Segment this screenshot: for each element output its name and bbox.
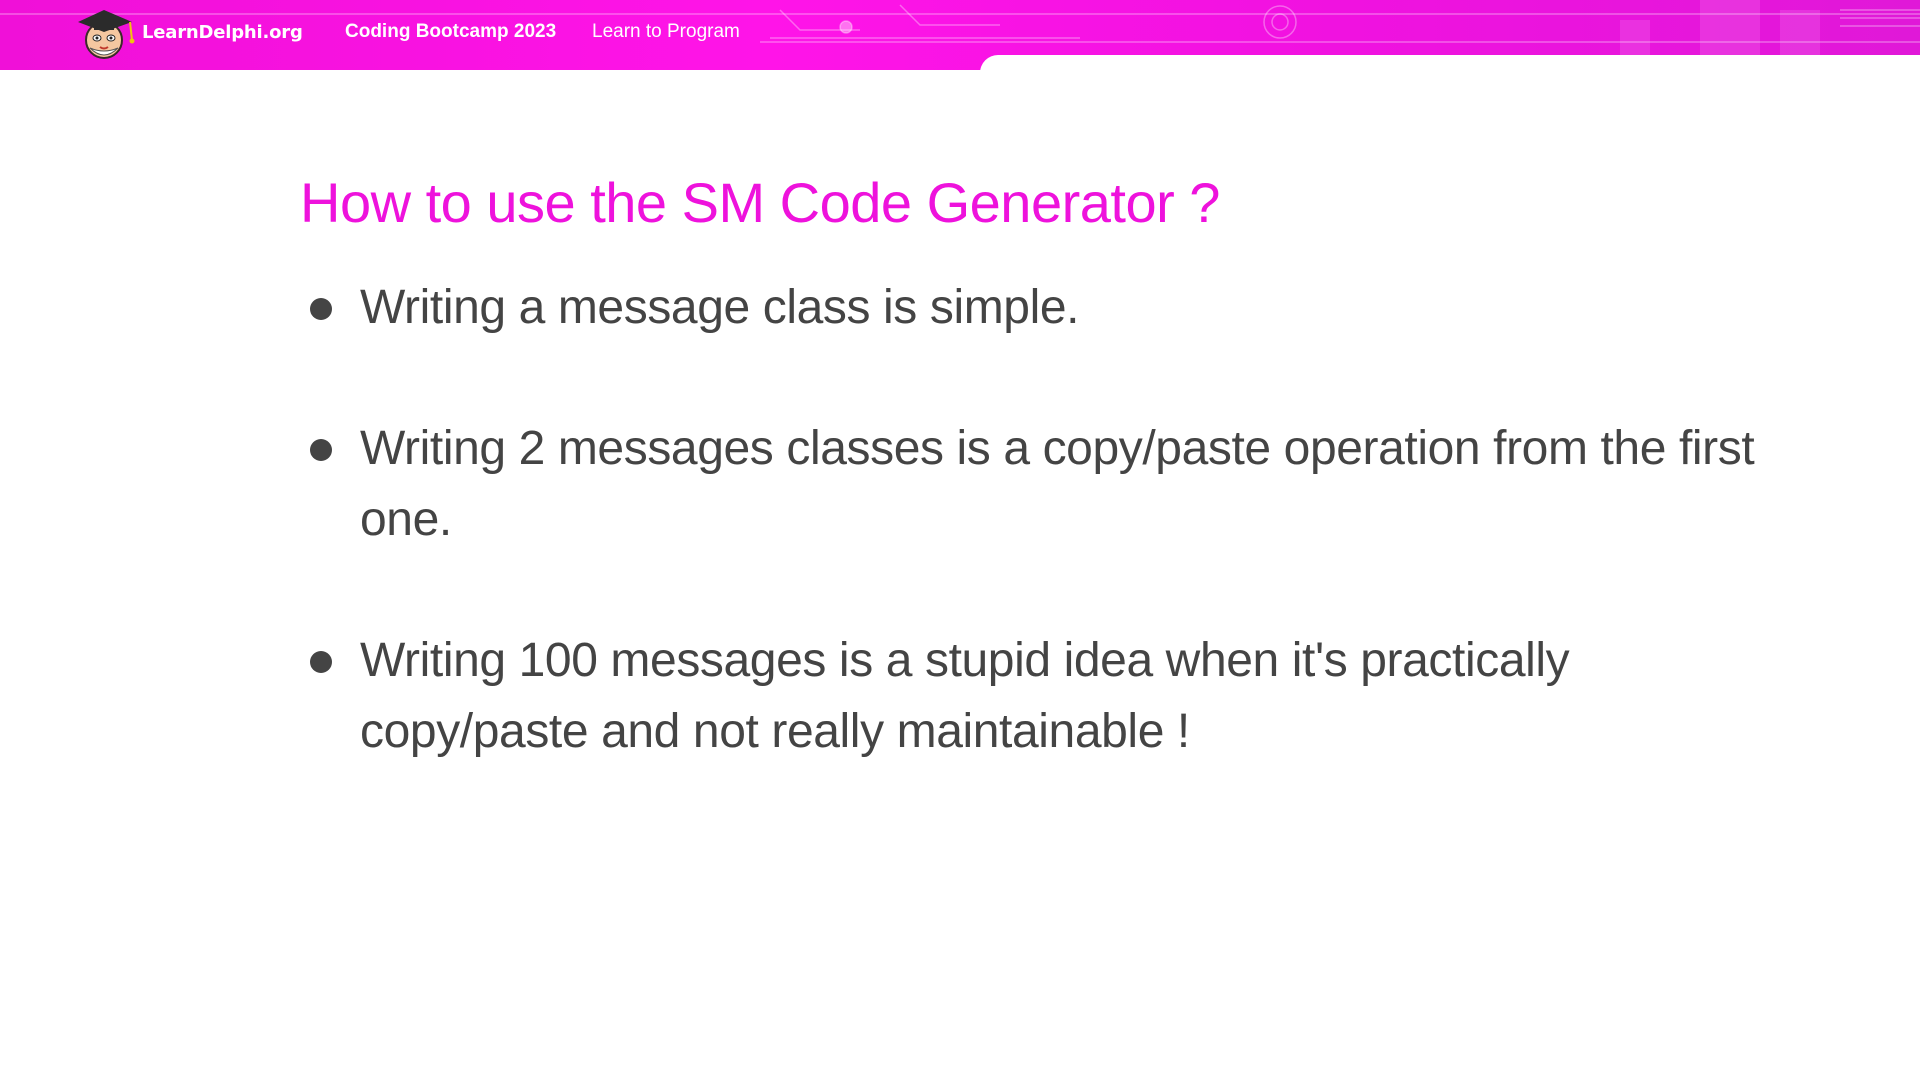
- bullet-item: Writing 100 messages is a stupid idea wh…: [300, 625, 1760, 767]
- bullet-text: Writing a message class is simple.: [360, 281, 1080, 334]
- bullet-item: Writing 2 messages classes is a copy/pas…: [300, 413, 1760, 555]
- graduation-cap-mascot-logo-icon: [78, 10, 135, 59]
- slide: LearnDelphi.org Coding Bootcamp 2023 Lea…: [0, 0, 1920, 1080]
- bullet-dot-icon: [310, 298, 332, 320]
- bullet-item: Writing a message class is simple.: [300, 272, 1760, 343]
- bullet-text: Writing 2 messages classes is a copy/pas…: [360, 422, 1755, 546]
- banner-notch: [980, 55, 1920, 70]
- bullet-dot-icon: [310, 439, 332, 461]
- course-title: Coding Bootcamp 2023: [345, 21, 557, 42]
- header-banner: LearnDelphi.org Coding Bootcamp 2023 Lea…: [0, 0, 1920, 70]
- slide-title: How to use the SM Code Generator ?: [300, 171, 1220, 234]
- course-subtitle: Learn to Program: [592, 21, 740, 42]
- brand-name: LearnDelphi.org: [142, 22, 303, 43]
- bullet-text: Writing 100 messages is a stupid idea wh…: [360, 634, 1570, 758]
- bullet-list: Writing a message class is simple. Writi…: [300, 272, 1760, 837]
- bullet-dot-icon: [310, 651, 332, 673]
